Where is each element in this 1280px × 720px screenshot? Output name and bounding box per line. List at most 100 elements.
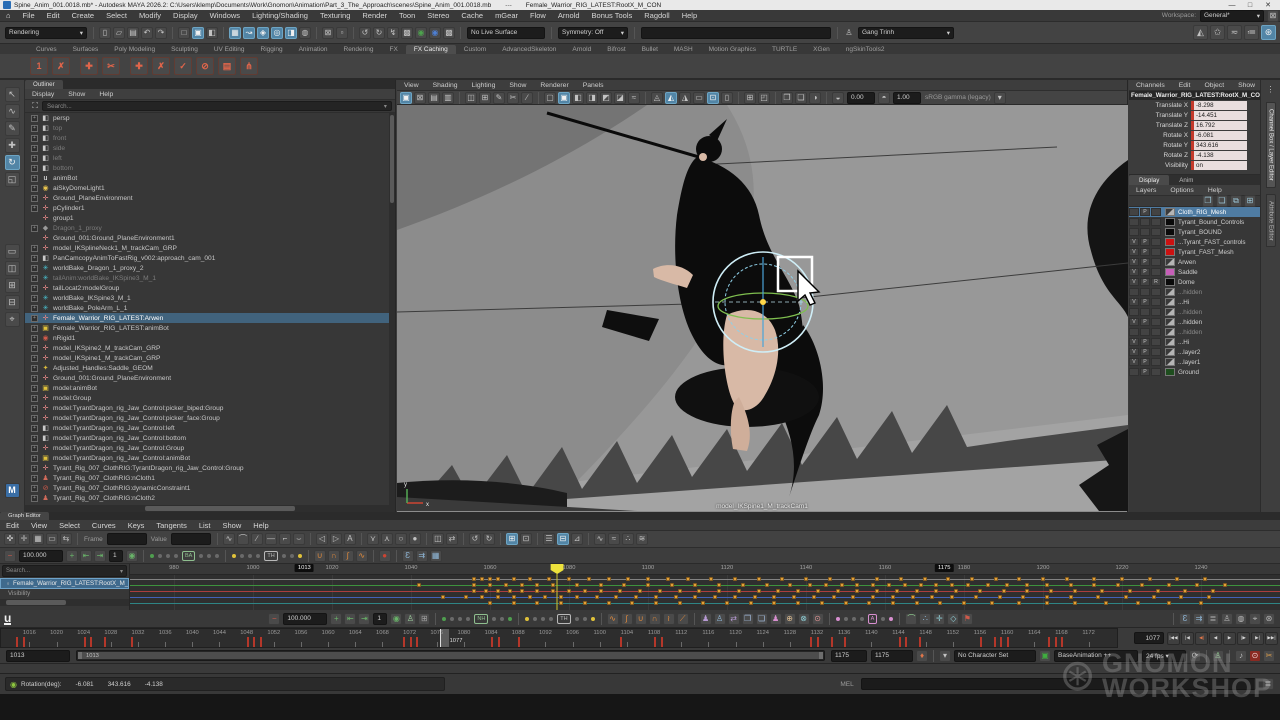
- keyframe[interactable]: [1092, 583, 1096, 587]
- single-pane-layout-icon[interactable]: ▭: [5, 244, 20, 259]
- step-forward-key-button[interactable]: |▶: [1237, 632, 1250, 645]
- layer-color-swatch[interactable]: [1165, 288, 1175, 296]
- step-back-frame-button[interactable]: |◀: [1181, 632, 1194, 645]
- keyframe[interactable]: [480, 595, 484, 599]
- indicator-dot[interactable]: [889, 617, 893, 621]
- graph-editor-curve-area[interactable]: 9801000102010401060108011001120114011601…: [130, 564, 1280, 610]
- expand-icon[interactable]: +: [31, 245, 38, 252]
- keyframe[interactable]: [599, 583, 603, 587]
- ge-menu-select[interactable]: Select: [53, 521, 86, 530]
- viewport-panel[interactable]: ViewShadingLightingShowRendererPanels ▣⊠…: [397, 80, 1128, 512]
- expand-icon[interactable]: +: [31, 185, 38, 192]
- keyframe[interactable]: [1021, 595, 1025, 599]
- shelf-tab-arnold[interactable]: Arnold: [564, 45, 599, 54]
- keyframe[interactable]: [796, 589, 800, 593]
- ab-mirror-pose-icon[interactable]: ⇄: [728, 613, 740, 625]
- channel-sliders-icon[interactable]: ≂: [1227, 25, 1242, 40]
- keyframe[interactable]: [725, 601, 729, 605]
- viewport-menu-panels[interactable]: Panels: [576, 82, 611, 89]
- make-live-icon[interactable]: ◍: [299, 27, 311, 39]
- ab-wave-wr-icon[interactable]: ≀: [663, 613, 675, 625]
- graph-editor-time-ruler[interactable]: 9801000102010401060108011001120114011601…: [130, 564, 1280, 575]
- layer-color-swatch[interactable]: [1165, 238, 1175, 246]
- layer-row[interactable]: ...hidden: [1129, 307, 1260, 317]
- ge-menu-show[interactable]: Show: [217, 521, 248, 530]
- grid-toggle-icon[interactable]: ⊞: [744, 92, 756, 104]
- ab-tween-plus-icon[interactable]: +: [330, 613, 342, 625]
- layer-toggle-v[interactable]: [1129, 218, 1139, 226]
- keyframe[interactable]: [792, 595, 796, 599]
- character-set-dropdown-icon[interactable]: ▾: [939, 650, 951, 662]
- ge-tween-minus-icon[interactable]: −: [4, 550, 16, 562]
- shelf-delete-cache-icon[interactable]: ✗: [52, 57, 70, 75]
- audio-icon[interactable]: ♪: [1235, 650, 1247, 662]
- layer-toggle-p[interactable]: P: [1140, 208, 1150, 216]
- layer-toggle-p[interactable]: P: [1140, 368, 1150, 376]
- buffer-curve-snapshot-icon[interactable]: ◫: [432, 533, 444, 545]
- layer-toggle-r[interactable]: [1151, 328, 1161, 336]
- ab-motion-trail-icon[interactable]: ∴: [919, 613, 931, 625]
- indicator-dot[interactable]: [450, 617, 454, 621]
- keyframe[interactable]: [535, 589, 539, 593]
- image-plane-icon[interactable]: ◫: [465, 92, 477, 104]
- keyframe[interactable]: [1045, 595, 1049, 599]
- chip-th[interactable]: TH: [264, 551, 277, 561]
- keyframe[interactable]: [1069, 583, 1073, 587]
- indicator-dot[interactable]: [458, 617, 462, 621]
- keyframe[interactable]: [962, 601, 966, 605]
- shelf-tab-advancedskeleton[interactable]: AdvancedSkeleton: [494, 45, 564, 54]
- layer-toggle-r[interactable]: [1151, 228, 1161, 236]
- layer-row[interactable]: VP...Hi: [1129, 337, 1260, 347]
- keyframe[interactable]: [1017, 601, 1021, 605]
- snap-to-grid-icon[interactable]: ▦: [229, 27, 241, 39]
- minimize-button[interactable]: —: [1223, 2, 1241, 9]
- outliner-item[interactable]: +✛model:TyrantDragon_rig_Jaw_Control:pic…: [25, 413, 395, 423]
- status-search-input[interactable]: [641, 27, 831, 39]
- keyframe[interactable]: [1005, 583, 1009, 587]
- keyframe[interactable]: [923, 577, 927, 581]
- keyframe[interactable]: [938, 601, 942, 605]
- keyframe[interactable]: [1041, 577, 1045, 581]
- keyframe[interactable]: [1167, 601, 1171, 605]
- copy-view-icon[interactable]: ❐: [781, 92, 793, 104]
- layer-color-swatch[interactable]: [1165, 228, 1175, 236]
- bake-keys-icon[interactable]: ▦: [430, 550, 442, 562]
- menu-flow[interactable]: Flow: [524, 11, 552, 20]
- animation-end-field[interactable]: 1175: [871, 650, 913, 662]
- ab-ramp-icon[interactable]: ⟋: [677, 613, 689, 625]
- keyframe[interactable]: [701, 601, 705, 605]
- indicator-dot[interactable]: [240, 554, 244, 558]
- character-set-field[interactable]: No Character Set: [954, 650, 1036, 662]
- ab-arc-tracker-icon[interactable]: ⌒: [905, 613, 917, 625]
- outliner-item[interactable]: ✛Ground_001:Ground_PlaneEnvironment1: [25, 233, 395, 243]
- lock-tangent-weight-icon[interactable]: ●: [409, 533, 421, 545]
- keyframe[interactable]: [1073, 601, 1077, 605]
- layer-color-swatch[interactable]: [1165, 308, 1175, 316]
- menu-lighting-shading[interactable]: Lighting/Shading: [246, 11, 314, 20]
- lock-camera-icon[interactable]: ⊠: [414, 92, 426, 104]
- unify-tangents-icon[interactable]: ⋏: [381, 533, 393, 545]
- camera-attributes-icon[interactable]: ▤: [428, 92, 440, 104]
- paste-view-icon[interactable]: ❏: [795, 92, 807, 104]
- keyframe[interactable]: [535, 583, 539, 587]
- indicator-dot[interactable]: [583, 617, 587, 621]
- frame-field[interactable]: [107, 533, 147, 545]
- menu-cache[interactable]: Cache: [455, 11, 489, 20]
- channel-value-field[interactable]: -4.138: [1191, 151, 1247, 160]
- ab-wave-int-icon[interactable]: ∫: [621, 613, 633, 625]
- ab-tween-minus-icon[interactable]: −: [268, 613, 280, 625]
- outliner-menu-display[interactable]: Display: [25, 91, 61, 98]
- channel-menu-object[interactable]: Object: [1197, 82, 1231, 89]
- tween-shape-wave-icon[interactable]: ∿: [356, 550, 368, 562]
- expand-icon[interactable]: +: [31, 395, 38, 402]
- expand-icon[interactable]: +: [31, 445, 38, 452]
- layer-menu-layers[interactable]: Layers: [1129, 187, 1163, 194]
- value-field[interactable]: [171, 533, 211, 545]
- motion-blur-icon[interactable]: ≈: [628, 92, 640, 104]
- keyframe[interactable]: [851, 577, 855, 581]
- outliner-item[interactable]: +✳worldBake_IKSpine3_M_1: [25, 293, 395, 303]
- layer-row[interactable]: Tyrant_BOUND: [1129, 227, 1260, 237]
- keyframe[interactable]: [1207, 595, 1211, 599]
- lighting-mode-icon[interactable]: ◑: [809, 92, 821, 104]
- ab-flag-icon[interactable]: ⚑: [961, 613, 973, 625]
